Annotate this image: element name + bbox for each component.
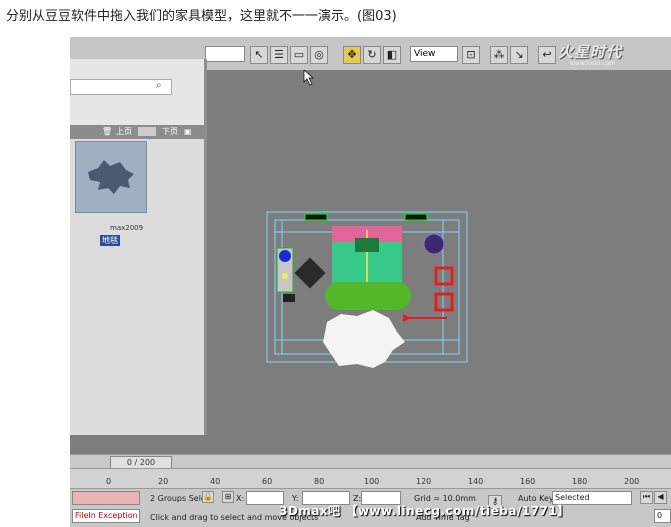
next-page-link[interactable]: 下页 xyxy=(162,125,178,139)
scale-icon[interactable]: ◧ xyxy=(383,46,401,64)
max-screenshot: ↖ ☰ ▭ ◎ ✥ ↻ ◧ View ⊡ ⁂ ↘ ↩ 火星时代 www.hxsd… xyxy=(70,37,671,527)
tick-label: 100 xyxy=(364,477,380,486)
tick-label: 0 xyxy=(106,477,112,486)
pivot-icon[interactable]: ⊡ xyxy=(462,46,480,64)
more-icon[interactable]: ▣ xyxy=(184,125,192,139)
prev-page-link[interactable]: 上页 xyxy=(116,125,132,139)
tick-label: 140 xyxy=(468,477,484,486)
tick-label: 80 xyxy=(314,477,325,486)
floor-plan-drawing xyxy=(266,69,468,368)
rotate-icon[interactable]: ↻ xyxy=(363,46,381,64)
x-label: X: xyxy=(236,494,245,503)
current-frame-field[interactable]: 0 xyxy=(654,509,671,523)
tick-label: 20 xyxy=(158,477,169,486)
error-message-box: FileIn Exception xyxy=(72,509,140,523)
hxsd-logo-url: www.hxsd.com xyxy=(570,60,616,67)
article-caption: 分别从豆豆软件中拖入我们的家具模型，这里就不一一演示。(图03) xyxy=(6,9,397,24)
time-slider-bar: 0 / 200 xyxy=(70,454,671,469)
tick-label: 120 xyxy=(416,477,432,486)
snap-icon[interactable]: ↩ xyxy=(538,46,556,64)
lock-icon[interactable]: 🔒 xyxy=(202,491,214,503)
unlink-icon[interactable]: ↘ xyxy=(510,46,528,64)
move-icon[interactable]: ✥ xyxy=(343,46,361,64)
watermark: 3Dmax吧 【www.linecg.com/tieba/1771】 xyxy=(279,504,570,518)
prev-frame-icon[interactable]: ◀ xyxy=(654,491,667,504)
tick-label: 180 xyxy=(572,477,588,486)
rug-thumbnail[interactable] xyxy=(75,141,147,213)
trash-icon[interactable]: 🗑 xyxy=(102,125,112,139)
hxsd-logo: 火星时代 xyxy=(558,43,623,61)
thumb-name-label[interactable]: 地毯 xyxy=(100,235,120,246)
track-bar[interactable]: 0 20 40 60 80 100 120 140 160 180 200 xyxy=(70,468,671,489)
tick-label: 40 xyxy=(210,477,221,486)
selection-filter-dropdown[interactable] xyxy=(205,46,245,62)
select-by-name-icon[interactable]: ☰ xyxy=(270,46,288,64)
search-icon[interactable]: ⌕ xyxy=(156,80,162,91)
window-crossing-icon[interactable]: ◎ xyxy=(310,46,328,64)
thumb-version-label: max2009 xyxy=(110,224,144,232)
tick-label: 160 xyxy=(520,477,536,486)
tick-label: 60 xyxy=(262,477,273,486)
model-library-panel: ⌕ 🗑 上页 下页 ▣ max2009 地毯 xyxy=(70,59,207,435)
absolute-mode-icon[interactable]: ⊞ xyxy=(222,491,234,503)
rect-region-icon[interactable]: ▭ xyxy=(290,46,308,64)
top-viewport[interactable] xyxy=(207,69,671,440)
reference-coord-dropdown[interactable]: View xyxy=(410,46,458,62)
tick-label: 200 xyxy=(624,477,640,486)
link-icon[interactable]: ⁂ xyxy=(490,46,508,64)
pager-bar: 🗑 上页 下页 ▣ xyxy=(70,125,204,139)
select-icon[interactable]: ↖ xyxy=(250,46,268,64)
page-input[interactable] xyxy=(138,127,156,136)
selection-count: 2 Groups Sele xyxy=(150,494,206,503)
maxscript-listener[interactable] xyxy=(72,491,140,505)
goto-start-icon[interactable]: ⏮ xyxy=(640,491,653,504)
